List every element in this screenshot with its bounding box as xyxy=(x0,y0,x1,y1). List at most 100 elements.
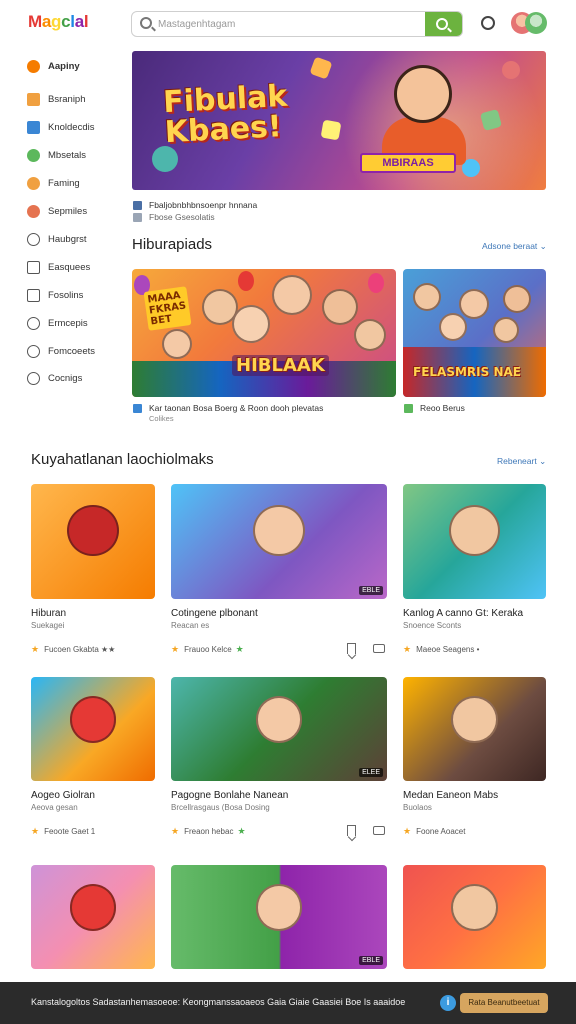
game-tile[interactable] xyxy=(31,484,155,599)
verified-icon xyxy=(133,403,142,413)
character-face xyxy=(69,883,117,931)
star-icon: ★ xyxy=(403,644,412,654)
bookmark-icon[interactable] xyxy=(347,825,356,836)
section-title: Kuyahatlanan laochiolmaks xyxy=(31,451,214,468)
link-label: Adsone beraat xyxy=(482,241,538,251)
tile-meta-text: Foone Aoacet xyxy=(416,827,466,836)
sidebar-item[interactable]: Ermcepis xyxy=(24,313,124,333)
tile-title[interactable]: Aogeo Giolran xyxy=(31,790,95,801)
card-caption-sub-text: Colikes xyxy=(149,414,174,423)
bookmark-icon[interactable] xyxy=(347,643,356,654)
top-bar: Magclal xyxy=(0,0,576,48)
search-input[interactable] xyxy=(158,15,418,33)
tile-subtitle: Suekagei xyxy=(31,621,65,630)
tile-meta-text: Feoote Gaet 1 xyxy=(44,827,96,836)
leaf-icon xyxy=(27,232,40,246)
game-tile[interactable] xyxy=(31,677,155,781)
section-see-all-link[interactable]: Adsone beraat ⌄ xyxy=(482,241,547,252)
sidebar-item[interactable]: Cocnigs xyxy=(24,368,124,388)
hero-character xyxy=(394,65,452,123)
game-tile[interactable] xyxy=(403,865,546,969)
tile-title[interactable]: Kanlog A canno Gt: Keraka xyxy=(403,608,523,619)
bag-icon xyxy=(27,260,40,274)
card-caption-text[interactable]: Reoo Berus xyxy=(420,403,465,413)
folder-icon xyxy=(27,288,40,302)
info-icon[interactable]: i xyxy=(440,995,456,1011)
tile-title[interactable]: Medan Eaneon Mabs xyxy=(403,790,498,801)
sidebar-item[interactable]: Haubgrst xyxy=(24,229,124,249)
game-tile[interactable]: EBLE xyxy=(171,865,387,969)
star-icon: ★ xyxy=(171,826,180,836)
tile-subtitle: Reacan es xyxy=(171,621,210,630)
card-caption: Kar taonan Bosa Boerg & Roon dooh plevat… xyxy=(133,403,323,413)
sidebar-item-label: Sepmiles xyxy=(48,205,88,217)
character-face xyxy=(451,883,498,931)
game-tile[interactable] xyxy=(31,865,155,969)
tile-tag: ELEE xyxy=(359,768,383,777)
tile-title[interactable]: Pagogne Bonlahe Nanean xyxy=(171,790,288,801)
secondary-avatar[interactable] xyxy=(525,12,547,34)
circle-icon xyxy=(27,344,40,358)
sidebar-item[interactable]: Fosolins xyxy=(24,285,124,305)
sidebar-item[interactable]: Sepmiles xyxy=(24,201,124,221)
tile-subtitle: Brcellrasgaus (Bosa Dosing xyxy=(171,803,270,812)
sidebar-item[interactable]: Faming xyxy=(24,173,124,193)
card-title-art: FELASMRIS NAE xyxy=(413,365,521,379)
game-tile[interactable]: ELEE xyxy=(171,677,387,781)
cookie-accept-button[interactable]: Rata Beanutbeetuat xyxy=(460,993,548,1013)
character-face xyxy=(493,317,519,343)
card-caption: Reoo Berus xyxy=(404,403,465,413)
sidebar-item[interactable]: Bsraniph xyxy=(24,89,124,109)
sidebar-item[interactable]: Fomcoeets xyxy=(24,341,124,361)
sidebar-item[interactable]: Aapiny xyxy=(24,56,124,76)
game-tile[interactable]: EBLE xyxy=(171,484,387,599)
search-icon xyxy=(140,17,152,29)
tile-meta: ★ Frauoo Kelce ★ xyxy=(171,644,249,655)
featured-card[interactable]: MAAA FKRAS BET HIBLAAK xyxy=(132,269,396,397)
card-caption-text[interactable]: Kar taonan Bosa Boerg & Roon dooh plevat… xyxy=(149,403,323,413)
tile-subtitle: Aeova gesan xyxy=(31,803,78,812)
hero-caption-text[interactable]: Fbaljobnbhbnsoenpr hnnana xyxy=(149,200,257,210)
image-icon xyxy=(133,200,142,210)
sidebar-item-label: Fomcoeets xyxy=(48,345,95,357)
sidebar-item-label: Mbsetals xyxy=(48,149,87,161)
character-face xyxy=(354,319,386,351)
sidebar-item-label: Cocnigs xyxy=(48,372,83,384)
character-face xyxy=(255,883,303,931)
character-face xyxy=(232,305,270,343)
site-logo[interactable]: Magclal xyxy=(28,12,89,32)
character-face xyxy=(439,313,467,341)
sidebar-item[interactable]: Mbsetals xyxy=(24,145,124,165)
cookie-banner: Kanstalogoltos Sadastanhemasoeoe: Keongm… xyxy=(0,982,576,1024)
sidebar-item[interactable]: Easquees xyxy=(24,257,124,277)
logo-letter: g xyxy=(51,12,62,31)
sidebar-item-label: Faming xyxy=(48,177,80,189)
tile-subtitle: Buolaos xyxy=(403,803,432,812)
game-tile[interactable] xyxy=(403,484,546,599)
tile-tag: EBLE xyxy=(359,956,383,965)
featured-card[interactable]: FELASMRIS NAE xyxy=(403,269,546,397)
game-tile[interactable] xyxy=(403,677,546,781)
character-face xyxy=(67,504,119,557)
tile-meta-text: Freaon hebac xyxy=(184,827,234,836)
section-see-all-link[interactable]: Rebeneart ⌄ xyxy=(497,456,546,467)
tile-meta: ★ Feoote Gaet 1 xyxy=(31,826,95,837)
comment-icon[interactable] xyxy=(373,644,385,653)
cookie-text: Kanstalogoltos Sadastanhemasoeoe: Keongm… xyxy=(31,997,406,1007)
tile-meta-text: Frauoo Kelce xyxy=(184,645,232,654)
tile-title[interactable]: Cotingene plbonant xyxy=(171,608,258,619)
section-title: Hiburapiads xyxy=(132,236,213,253)
sidebar-item[interactable]: Knoldecdis xyxy=(24,117,124,137)
comment-icon[interactable] xyxy=(373,826,385,835)
search-button[interactable] xyxy=(425,12,462,36)
star-icon: ★ xyxy=(171,644,180,654)
notification-icon[interactable] xyxy=(481,16,495,30)
hero-banner[interactable]: Fibulak Kbaes! MBIRAAS xyxy=(132,51,546,190)
calendar-icon xyxy=(27,92,40,106)
card-sticker: MAAA FKRAS BET xyxy=(143,286,192,331)
character-face xyxy=(255,695,303,743)
sidebar-item-label: Knoldecdis xyxy=(48,121,95,133)
character-face xyxy=(503,285,531,313)
logo-letter: a xyxy=(74,12,84,31)
tile-title[interactable]: Hiburan xyxy=(31,608,66,619)
